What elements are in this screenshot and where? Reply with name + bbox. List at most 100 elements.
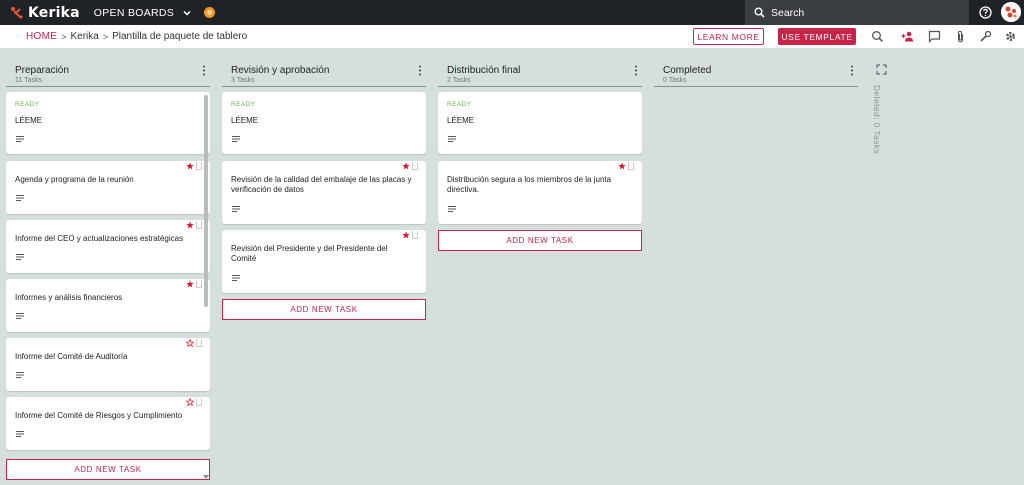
description-icon — [232, 136, 240, 142]
add-new-task-button[interactable]: ADD NEW TASK — [222, 299, 426, 320]
flag-icon[interactable] — [196, 280, 202, 288]
star-filled-icon[interactable] — [186, 162, 194, 170]
task-title: Revisión del Presidente y del Presidente… — [231, 244, 388, 263]
task-title: Revisión de la calidad del embalaje de l… — [231, 175, 412, 194]
kerika-logo[interactable]: Kerika — [10, 5, 80, 21]
task-card[interactable]: Revisión de la calidad del embalaje de l… — [222, 161, 426, 224]
star-filled-icon[interactable] — [618, 162, 626, 170]
search-icon — [754, 7, 765, 18]
chevron-down-icon — [183, 10, 191, 16]
search-bar[interactable]: Search — [745, 0, 969, 25]
learn-more-button[interactable]: LEARN MORE — [693, 28, 764, 45]
add-new-task-button[interactable]: ADD NEW TASK — [438, 230, 642, 251]
description-icon — [232, 206, 240, 212]
avatar-image-icon — [1001, 2, 1021, 22]
task-card[interactable]: Informe del Comité de Riesgos y Cumplimi… — [6, 397, 210, 450]
column-task-count: 2 Tasks — [447, 77, 471, 84]
description-icon — [448, 206, 456, 212]
flag-icon[interactable] — [196, 162, 202, 170]
flag-icon[interactable] — [196, 398, 202, 406]
column-header[interactable]: Preparación 11 Tasks — [6, 57, 210, 87]
breadcrumb-board: Plantilla de paquete de tablero — [112, 31, 248, 42]
task-card[interactable]: Informe del CEO y actualizaciones estrat… — [6, 220, 210, 273]
breadcrumb-home[interactable]: HOME — [26, 31, 57, 42]
task-status: READY — [447, 101, 472, 108]
tools-icon[interactable] — [979, 30, 992, 43]
logo-text: Kerika — [28, 4, 80, 21]
flag-icon[interactable] — [628, 162, 634, 170]
description-icon — [16, 431, 24, 437]
star-filled-icon[interactable] — [402, 162, 410, 170]
attachment-icon[interactable] — [954, 30, 967, 43]
deleted-tasks-column[interactable]: Deleted: 0 Tasks — [872, 85, 882, 154]
description-icon — [16, 136, 24, 142]
search-placeholder: Search — [771, 6, 805, 19]
more-vertical-icon[interactable] — [634, 65, 638, 76]
description-icon — [232, 275, 240, 281]
settings-gear-icon[interactable] — [1004, 30, 1017, 43]
top-bar: Kerika OPEN BOARDS Search — [0, 0, 1024, 25]
add-new-task-button[interactable]: ADD NEW TASK — [6, 459, 210, 480]
column-header[interactable]: Revisión y aprobación 3 Tasks — [222, 57, 426, 87]
task-card[interactable]: Revisión del Presidente y del Presidente… — [222, 230, 426, 293]
flag-icon[interactable] — [196, 221, 202, 229]
more-vertical-icon[interactable] — [850, 65, 854, 76]
description-icon — [16, 372, 24, 378]
expand-icon[interactable] — [876, 64, 887, 75]
task-card[interactable]: READY LÉEME — [6, 92, 210, 154]
add-team-member-icon[interactable] — [901, 30, 914, 43]
description-icon — [16, 313, 24, 319]
task-title: Agenda y programa de la reunión — [15, 175, 134, 184]
org-glyph-icon — [207, 10, 212, 15]
star-filled-icon[interactable] — [402, 231, 410, 239]
open-boards-label: OPEN BOARDS — [93, 6, 175, 19]
help-icon[interactable] — [979, 6, 992, 19]
column-task-count: 11 Tasks — [15, 77, 42, 84]
kerika-logo-icon — [11, 6, 23, 18]
star-filled-icon[interactable] — [186, 280, 194, 288]
chat-icon[interactable] — [928, 30, 941, 43]
scroll-down-arrow-icon[interactable] — [203, 475, 209, 480]
task-card[interactable]: READY LÉEME — [222, 92, 426, 154]
star-outline-icon[interactable] — [186, 398, 194, 406]
task-card[interactable]: READY LÉEME — [438, 92, 642, 154]
description-icon — [16, 195, 24, 201]
task-title: LÉEME — [447, 116, 475, 125]
task-card[interactable]: Agenda y programa de la reunión — [6, 161, 210, 214]
column-header[interactable]: Completed 0 Tasks — [654, 57, 858, 87]
column-completed: Completed 0 Tasks — [654, 57, 858, 87]
more-vertical-icon[interactable] — [418, 65, 422, 76]
breadcrumb-separator: > — [102, 31, 109, 42]
column-distribucion-final: Distribución final 2 Tasks READY LÉEME D… — [438, 57, 642, 251]
board-search-icon[interactable] — [871, 30, 884, 43]
flag-icon[interactable] — [412, 162, 418, 170]
breadcrumb: HOME > Kerika > Plantilla de paquete de … — [0, 31, 247, 42]
column-title: Preparación — [15, 65, 69, 76]
task-title: Informe del Comité de Auditoría — [15, 352, 128, 361]
use-template-button[interactable]: USE TEMPLATE — [778, 28, 856, 45]
star-outline-icon[interactable] — [186, 339, 194, 347]
user-avatar[interactable] — [1001, 2, 1021, 22]
task-card[interactable]: Informes y análisis financieros — [6, 279, 210, 332]
column-preparacion: Preparación 11 Tasks READY LÉEME Agenda … — [6, 57, 210, 480]
breadcrumb-separator: > — [61, 31, 67, 42]
flag-icon[interactable] — [196, 339, 202, 347]
breadcrumb-org[interactable]: Kerika — [70, 31, 98, 42]
description-icon — [448, 136, 456, 142]
organization-icon[interactable] — [204, 7, 216, 18]
description-icon — [16, 254, 24, 260]
board-header-bar: HOME > Kerika > Plantilla de paquete de … — [0, 25, 1024, 48]
column-task-count: 3 Tasks — [231, 77, 255, 84]
column-scrollbar[interactable] — [204, 95, 208, 307]
task-status: READY — [15, 101, 40, 108]
task-card[interactable]: Informe del Comité de Auditoría — [6, 338, 210, 391]
flag-icon[interactable] — [412, 231, 418, 239]
open-boards-menu[interactable]: OPEN BOARDS — [94, 7, 192, 19]
star-filled-icon[interactable] — [186, 221, 194, 229]
task-status: READY — [231, 101, 256, 108]
more-vertical-icon[interactable] — [202, 65, 206, 76]
task-card[interactable]: Distribución segura a los miembros de la… — [438, 161, 642, 224]
column-header[interactable]: Distribución final 2 Tasks — [438, 57, 642, 87]
task-title: Informes y análisis financieros — [15, 293, 123, 302]
task-title: Distribución segura a los miembros de la… — [447, 175, 612, 194]
